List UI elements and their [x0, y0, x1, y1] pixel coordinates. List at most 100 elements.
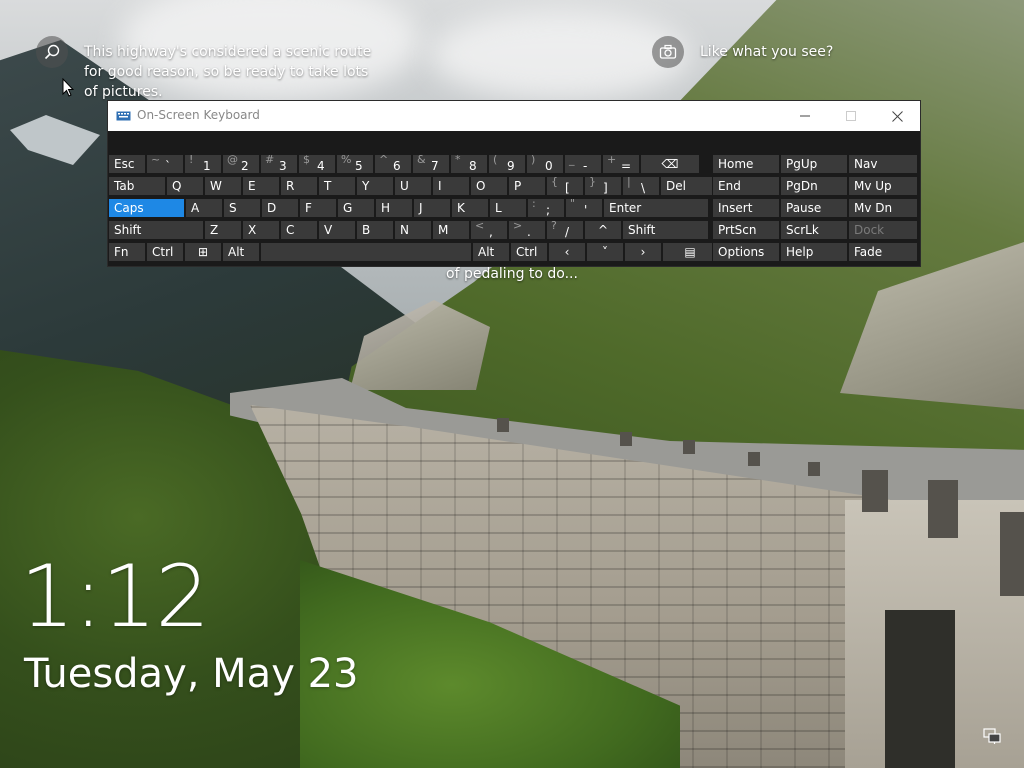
- key-enter[interactable]: Enter: [603, 198, 709, 218]
- key-pgdn[interactable]: PgDn: [780, 176, 848, 196]
- key-arrow-left[interactable]: ‹: [548, 242, 586, 262]
- key-windows[interactable]: ⊞: [184, 242, 222, 262]
- key-u[interactable]: U: [394, 176, 432, 196]
- key-n[interactable]: N: [394, 220, 432, 240]
- spotlight-search-button[interactable]: [36, 36, 68, 68]
- on-screen-keyboard-window[interactable]: On-Screen Keyboard Esc ~ `! 1 @2 #3 $4% 5 ^ 6 & 7 * 8…: [108, 101, 920, 266]
- like-what-you-see-text[interactable]: Like what you see?: [700, 42, 833, 62]
- key-9[interactable]: (9: [488, 154, 526, 174]
- key-7[interactable]: & 7: [412, 154, 450, 174]
- key-shift[interactable]: Shift: [622, 220, 709, 240]
- key-label: D: [267, 201, 277, 215]
- key-backslash[interactable]: | \: [622, 176, 660, 196]
- key-g[interactable]: G: [337, 198, 375, 218]
- key-arrow-down[interactable]: ˅: [586, 242, 624, 262]
- key-symbol[interactable]: + =: [602, 154, 640, 174]
- key-backspace[interactable]: ⌫: [640, 154, 700, 174]
- key-x[interactable]: X: [242, 220, 280, 240]
- titlebar[interactable]: On-Screen Keyboard: [108, 101, 920, 131]
- key-fade[interactable]: Fade: [848, 242, 918, 262]
- key-end[interactable]: End: [712, 176, 780, 196]
- key-o[interactable]: O: [470, 176, 508, 196]
- key-v[interactable]: V: [318, 220, 356, 240]
- key-symbol[interactable]: <,: [470, 220, 508, 240]
- key-arrow-right[interactable]: ›: [624, 242, 662, 262]
- key-menu[interactable]: ▤: [662, 242, 718, 262]
- key-symbol[interactable]: {[: [546, 176, 584, 196]
- maximize-button[interactable]: [828, 101, 874, 131]
- key-symbol[interactable]: " ': [565, 198, 603, 218]
- spotlight-description[interactable]: This highway's considered a scenic route…: [84, 42, 371, 102]
- key-options[interactable]: Options: [712, 242, 780, 262]
- key-i[interactable]: I: [432, 176, 470, 196]
- key-ctrl[interactable]: Ctrl: [146, 242, 184, 262]
- key-symbol[interactable]: >.: [508, 220, 546, 240]
- wall-post: [497, 418, 509, 432]
- key-r[interactable]: R: [280, 176, 318, 196]
- key-ctrl[interactable]: Ctrl: [510, 242, 548, 262]
- key-tab[interactable]: Tab: [108, 176, 166, 196]
- key-b[interactable]: B: [356, 220, 394, 240]
- key-shift-label: ?: [551, 220, 557, 232]
- network-icon[interactable]: [983, 728, 1001, 744]
- like-what-you-see-button[interactable]: [652, 36, 684, 68]
- key-s[interactable]: S: [223, 198, 261, 218]
- key-home[interactable]: Home: [712, 154, 780, 174]
- key-symbol[interactable]: ? /: [546, 220, 584, 240]
- key-insert[interactable]: Insert: [712, 198, 780, 218]
- key-arrow-up[interactable]: ^: [584, 220, 622, 240]
- key-h[interactable]: H: [375, 198, 413, 218]
- key-label: Mv Up: [854, 179, 892, 193]
- key-shift[interactable]: Shift: [108, 220, 204, 240]
- key-4[interactable]: $4: [298, 154, 336, 174]
- key-l[interactable]: L: [489, 198, 527, 218]
- key-a[interactable]: A: [185, 198, 223, 218]
- key-label: Options: [718, 245, 765, 259]
- key-z[interactable]: Z: [204, 220, 242, 240]
- key-c[interactable]: C: [280, 220, 318, 240]
- key-alt[interactable]: Alt: [472, 242, 510, 262]
- key-label: .: [527, 225, 531, 239]
- key-mv-up[interactable]: Mv Up: [848, 176, 918, 196]
- key-p[interactable]: P: [508, 176, 546, 196]
- key-1[interactable]: ! 1: [184, 154, 222, 174]
- key-help[interactable]: Help: [780, 242, 848, 262]
- key-pgup[interactable]: PgUp: [780, 154, 848, 174]
- key-f[interactable]: F: [299, 198, 337, 218]
- key-pause[interactable]: Pause: [780, 198, 848, 218]
- key-label: Q: [172, 179, 182, 193]
- key-del[interactable]: Del: [660, 176, 718, 196]
- key-fn[interactable]: Fn: [108, 242, 146, 262]
- key-nav[interactable]: Nav: [848, 154, 918, 174]
- close-button[interactable]: [874, 101, 920, 131]
- key-esc[interactable]: Esc: [108, 154, 146, 174]
- key-mv-dn[interactable]: Mv Dn: [848, 198, 918, 218]
- key-w[interactable]: W: [204, 176, 242, 196]
- key-6[interactable]: ^ 6: [374, 154, 412, 174]
- minimize-button[interactable]: [782, 101, 828, 131]
- key-symbol[interactable]: }]: [584, 176, 622, 196]
- key-label: ‹: [564, 245, 570, 259]
- key-space[interactable]: [260, 242, 472, 262]
- key-caps[interactable]: Caps: [108, 198, 185, 218]
- key-m[interactable]: M: [432, 220, 470, 240]
- key-scrlk[interactable]: ScrLk: [780, 220, 848, 240]
- key-alt[interactable]: Alt: [222, 242, 260, 262]
- key-symbol[interactable]: _ -: [564, 154, 602, 174]
- key-q[interactable]: Q: [166, 176, 204, 196]
- key-2[interactable]: @2: [222, 154, 260, 174]
- key-0[interactable]: ) 0: [526, 154, 564, 174]
- key-symbol[interactable]: ~ `: [146, 154, 184, 174]
- key-symbol[interactable]: :;: [527, 198, 565, 218]
- key-dock: Dock: [848, 220, 918, 240]
- key-e[interactable]: E: [242, 176, 280, 196]
- key-t[interactable]: T: [318, 176, 356, 196]
- key-8[interactable]: * 8: [450, 154, 488, 174]
- key-5[interactable]: % 5: [336, 154, 374, 174]
- key-y[interactable]: Y: [356, 176, 394, 196]
- key-k[interactable]: K: [451, 198, 489, 218]
- key-j[interactable]: J: [413, 198, 451, 218]
- key-prtscn[interactable]: PrtScn: [712, 220, 780, 240]
- key-d[interactable]: D: [261, 198, 299, 218]
- key-3[interactable]: #3: [260, 154, 298, 174]
